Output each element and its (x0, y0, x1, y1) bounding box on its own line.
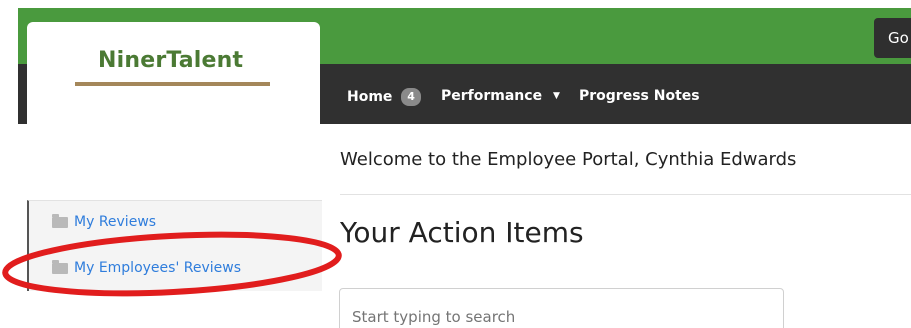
search-input[interactable] (339, 288, 784, 328)
app-logo-text: NinerTalent (98, 48, 244, 73)
nav-item-progress-notes[interactable]: Progress Notes (579, 88, 700, 104)
logo-underline (75, 82, 270, 86)
logo-card[interactable] (27, 22, 320, 124)
welcome-message: Welcome to the Employee Portal, Cynthia … (340, 149, 797, 170)
sidebar-item-label[interactable]: My Reviews (74, 214, 156, 230)
page: Go Home 4 Performance ▼ Progress Notes N… (0, 0, 911, 328)
content-divider (340, 194, 911, 195)
sidebar-item-label[interactable]: My Employees' Reviews (74, 260, 241, 276)
nav-performance-label: Performance (441, 88, 543, 104)
home-count-badge: 4 (401, 88, 421, 106)
folder-icon (52, 213, 68, 228)
chevron-down-icon: ▼ (552, 91, 560, 101)
page-title: Your Action Items (340, 216, 584, 249)
folder-icon (52, 259, 68, 274)
go-button[interactable]: Go (874, 18, 911, 58)
sidebar-item-my-employees-reviews[interactable]: My Employees' Reviews (52, 258, 241, 278)
nav-progress-notes-label: Progress Notes (579, 88, 700, 104)
nav-item-home[interactable]: Home 4 (347, 88, 421, 106)
nav-home-label: Home (347, 89, 393, 105)
sidebar-item-my-reviews[interactable]: My Reviews (52, 212, 156, 232)
nav-item-performance[interactable]: Performance ▼ (441, 88, 560, 104)
